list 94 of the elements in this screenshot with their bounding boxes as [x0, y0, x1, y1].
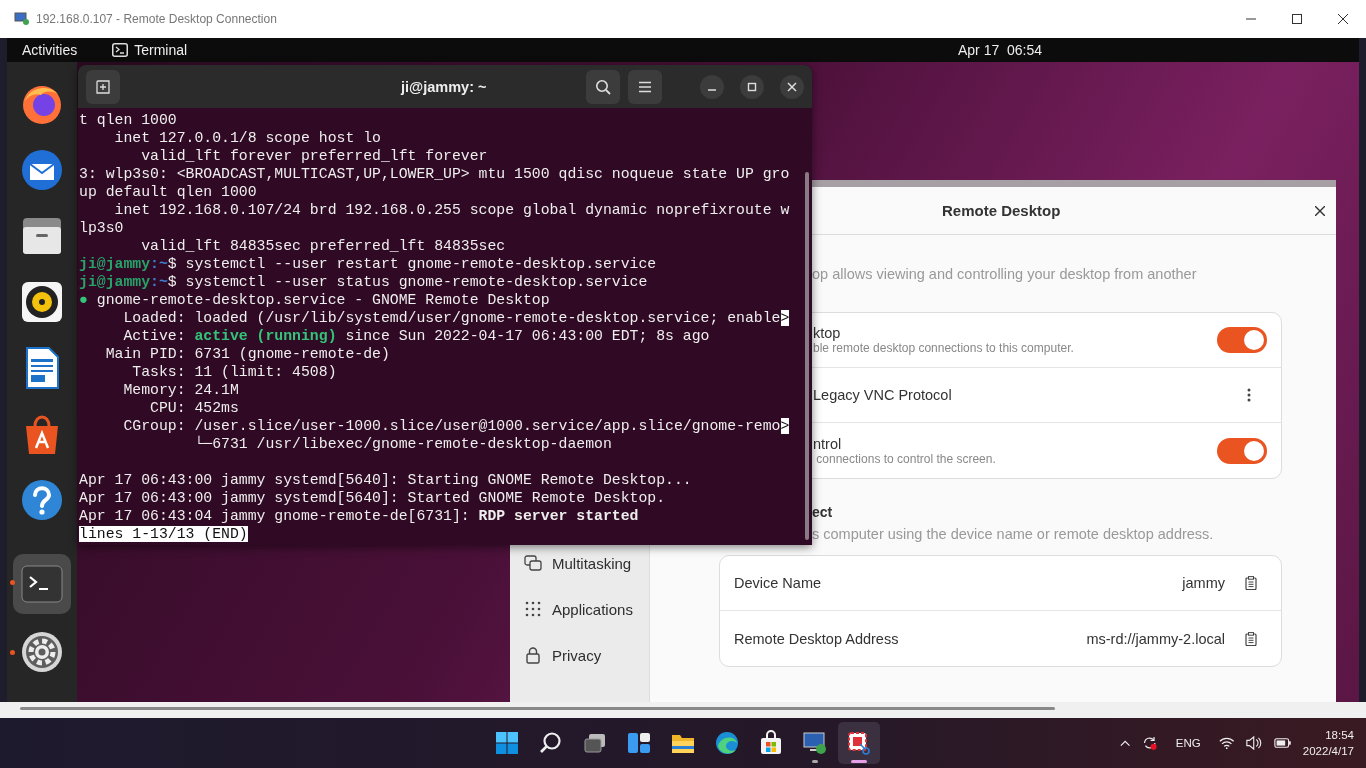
row-value: ms-rd://jammy-2.local [1086, 630, 1225, 647]
more-options-icon[interactable] [1247, 388, 1251, 402]
widgets-icon [626, 730, 652, 756]
terminal-line: lp3s0 [79, 220, 124, 236]
sidebar-label: Multitasking [552, 554, 632, 572]
terminal-line: └─6731 /usr/libexec/gnome-remote-desktop-daemon [193, 436, 612, 452]
date: 2022/4/17 [1302, 744, 1354, 759]
terminal-line: up default qlen 1000 [79, 184, 257, 200]
menu-button[interactable] [628, 69, 662, 104]
taskbar-button[interactable] [838, 722, 880, 764]
terminal-line: CGroup: /user.slice/user-1000.slice/user@1000.service/app.slice/gnome-remo> [122, 418, 790, 434]
terminal-line: Apr 17 06:43:00 jammy systemd[5640]: Starting GNOME Remote Desktop... [79, 472, 692, 488]
row-label: Remote Desktop Address [734, 630, 899, 647]
sidebar-item[interactable]: Applications [510, 592, 649, 626]
search-button[interactable] [586, 69, 620, 104]
store-icon [758, 730, 784, 756]
row-title: Legacy VNC Protocol [813, 387, 952, 403]
time: 18:54 [1325, 728, 1354, 743]
copy-icon[interactable] [1245, 576, 1257, 590]
activities-button[interactable]: Activities [22, 42, 78, 58]
maximize-button[interactable] [740, 74, 764, 99]
snipping-icon [846, 730, 872, 756]
terminal-line: valid_lft 84835sec preferred_lft 84835sec [140, 238, 506, 254]
terminal-line: valid_lft forever preferred_lft forever [140, 148, 488, 164]
help-icon [19, 477, 65, 523]
volume-icon[interactable] [1246, 735, 1262, 751]
terminal-icon [112, 43, 129, 57]
row-title: ntrol [813, 435, 843, 452]
remote-desktop-icon [14, 12, 30, 26]
battery-icon[interactable] [1273, 736, 1291, 750]
terminal-line: Apr 17 06:43:00 jammy systemd[5640]: Started GNOME Remote Desktop. [79, 490, 666, 506]
scrollbar[interactable] [805, 172, 809, 540]
multitasking-icon [524, 554, 542, 572]
mail-app-icon [19, 147, 65, 193]
sidebar-item[interactable]: Privacy [510, 638, 649, 672]
lock-icon [524, 646, 542, 664]
windows-start-icon [494, 730, 520, 756]
terminal-line: ● gnome-remote-desktop.service - GNOME Remote Desktop [79, 292, 550, 308]
window-title: 192.168.0.107 - Remote Desktop Connection [36, 12, 277, 26]
app-menu[interactable]: Terminal [112, 42, 188, 58]
section-heading: ect [811, 503, 834, 522]
terminal-line: Main PID: 6731 (gnome-remote-de) [104, 346, 390, 362]
browser-icon [714, 730, 740, 756]
copy-icon[interactable] [1245, 631, 1257, 646]
maximize-icon [1292, 14, 1302, 24]
taskbar-clock[interactable]: 18:54 2022/4/17 [1302, 727, 1354, 759]
row-title: ktop [813, 325, 842, 341]
toggle-switch[interactable] [1217, 437, 1267, 464]
description-text: s computer using the device name or remote desktop address. [811, 525, 1215, 544]
sidebar-label: Applications [552, 600, 633, 618]
search-icon [595, 78, 611, 95]
terminal-line: Apr 17 06:43:04 jammy gnome-remote-de[6731]: RDP server started [79, 508, 639, 524]
row-value: jammy [1182, 575, 1225, 591]
terminal-line: inet 127.0.0.1/8 scope host lo [113, 130, 381, 146]
description-text: op allows viewing and controlling your desktop from another [811, 265, 1198, 284]
chevron-up-icon[interactable] [1120, 739, 1131, 747]
terminal-line: Active: active (running) since Sun 2022-04-17 06:43:00 EDT; 8s ago [122, 328, 710, 344]
pager-status: lines 1-13/13 (END) [79, 526, 248, 542]
close-icon [1315, 205, 1325, 216]
language-indicator[interactable]: ENG [1175, 737, 1201, 749]
row-label: Device Name [734, 575, 822, 591]
row-subtitle: ble remote desktop connections to this computer. [813, 341, 1074, 355]
maximize-icon [747, 81, 757, 92]
terminal-line: Tasks: 11 (limit: 4508) [131, 364, 337, 380]
row-subtitle: connections to control the screen. [815, 451, 996, 466]
close-button[interactable] [780, 74, 804, 99]
terminal-line: Memory: 24.1M [122, 382, 239, 398]
panel-title: Remote Desktop [942, 202, 1061, 219]
gear-icon [19, 629, 65, 675]
terminal-line: ji@jammy:~$ systemctl --user restart gnome-remote-desktop.service [79, 256, 657, 272]
clock[interactable]: Apr 17 06:54 [958, 42, 1043, 58]
apps-grid-icon [524, 600, 542, 618]
sync-icon[interactable] [1142, 734, 1158, 752]
minimize-icon [708, 88, 716, 91]
terminal-line: Loaded: loaded (/usr/lib/systemd/user/gnome-remote-desktop.service; enable> [122, 310, 790, 326]
new-tab-icon [95, 78, 111, 95]
terminal-line: inet 192.168.0.107/24 brd 192.168.0.255 scope global dynamic noprefixroute w [113, 202, 790, 218]
horizontal-scrollbar[interactable] [0, 702, 1366, 718]
close-icon [1338, 14, 1348, 24]
terminal-line: t qlen 1000 [79, 112, 177, 128]
toggle-switch[interactable] [1217, 327, 1267, 353]
sidebar-label: Privacy [552, 646, 602, 664]
close-icon [787, 81, 797, 92]
sidebar-item[interactable]: Multitasking [510, 546, 649, 580]
wifi-icon[interactable] [1218, 736, 1235, 750]
window-title: ji@jammy: ~ [401, 78, 487, 95]
terminal-line: CPU: 452ms [149, 400, 239, 416]
new-tab-button[interactable] [86, 69, 120, 104]
terminal-line: 3: wlp3s0: <BROADCAST,MULTICAST,UP,LOWER_UP> mtu 1500 qdisc noqueue state UP gro [79, 166, 790, 182]
menu-icon [638, 80, 652, 93]
terminal-line: ji@jammy:~$ systemctl --user status gnome-remote-desktop.service [79, 274, 648, 290]
remote-desktop-icon [802, 730, 828, 756]
minimize-button[interactable] [700, 74, 724, 99]
speaker-icon [19, 279, 65, 325]
